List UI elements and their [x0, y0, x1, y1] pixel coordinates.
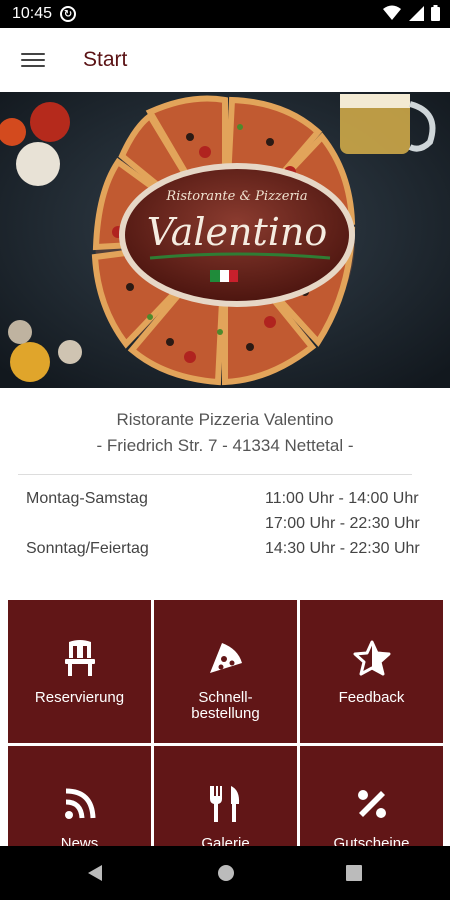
cellular-icon	[409, 6, 424, 21]
battery-icon	[431, 5, 440, 21]
page-title: Start	[83, 48, 128, 71]
back-icon[interactable]	[86, 864, 104, 882]
tile-galerie[interactable]: Galerie	[154, 746, 297, 848]
logo-main-text: Valentino	[147, 210, 328, 254]
restaurant-info: Ristorante Pizzeria Valentino - Friedric…	[0, 388, 450, 598]
status-bar: 10:45 ↻	[0, 0, 450, 28]
tile-label: Schnell- bestellung	[191, 689, 260, 722]
system-nav-bar	[0, 846, 450, 900]
tile-label: Reservierung	[34, 689, 125, 706]
tile-label: Feedback	[338, 689, 405, 706]
hours-row: 17:00 Uhr - 22:30 Uhr	[0, 513, 450, 538]
restaurant-name: Ristorante Pizzeria Valentino	[116, 410, 334, 429]
hours-row: Montag-Samstag 11:00 Uhr - 14:00 Uhr	[0, 488, 450, 513]
sync-icon: ↻	[60, 6, 77, 22]
wifi-icon	[383, 5, 401, 20]
chair-icon	[63, 638, 97, 678]
tile-reservierung[interactable]: Reservierung	[8, 600, 151, 743]
status-time: 10:45	[12, 5, 53, 22]
logo-top-text: Ristorante & Pizzeria	[165, 189, 307, 204]
hours-time: 17:00 Uhr - 22:30 Uhr	[265, 515, 420, 532]
hours-day: Sonntag/Feiertag	[26, 540, 149, 557]
hours-day: Montag-Samstag	[26, 490, 148, 507]
hours-time: 14:30 Uhr - 22:30 Uhr	[265, 540, 420, 557]
italian-flag-icon	[210, 270, 238, 282]
hours-row: Sonntag/Feiertag 14:30 Uhr - 22:30 Uhr	[0, 538, 450, 563]
tile-gutscheine[interactable]: Gutscheine	[300, 746, 443, 848]
restaurant-address: - Friedrich Str. 7 - 41334 Nettetal -	[96, 436, 354, 455]
fork-knife-icon	[209, 784, 243, 824]
hero-image: Ristorante & Pizzeria Valentino	[0, 92, 450, 388]
menu-tiles: Reservierung Schnell- bestellung Feedbac…	[8, 600, 444, 848]
tile-feedback[interactable]: Feedback	[300, 600, 443, 743]
home-icon[interactable]	[217, 864, 235, 882]
star-icon	[353, 638, 391, 678]
app-bar: Start	[0, 28, 450, 92]
rss-icon	[63, 784, 97, 824]
restaurant-logo: Ristorante & Pizzeria Valentino	[119, 163, 355, 307]
status-icons	[383, 5, 440, 21]
recents-icon[interactable]	[346, 865, 362, 881]
opening-hours: Montag-Samstag 11:00 Uhr - 14:00 Uhr 17:…	[0, 488, 450, 563]
tile-news[interactable]: News	[8, 746, 151, 848]
tile-schnellbestellung[interactable]: Schnell- bestellung	[154, 600, 297, 743]
percent-icon	[357, 784, 387, 824]
hours-time: 11:00 Uhr - 14:00 Uhr	[265, 490, 419, 507]
pizza-slice-icon	[208, 638, 244, 678]
divider	[18, 474, 412, 475]
menu-icon[interactable]	[21, 53, 45, 67]
